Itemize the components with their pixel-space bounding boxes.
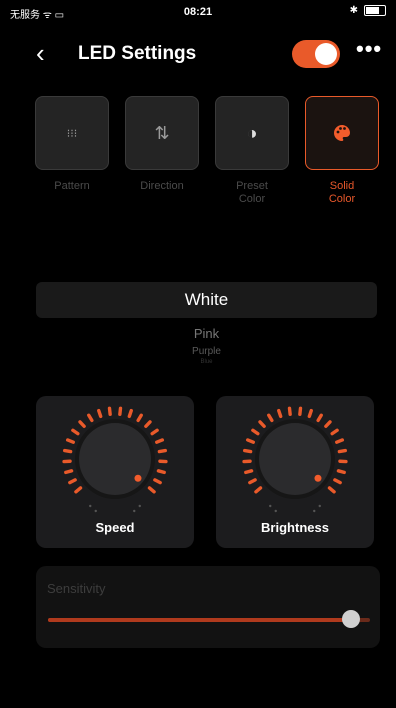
sensitivity-slider-track[interactable] (48, 610, 370, 628)
dial-endpoint-dot (274, 509, 277, 513)
pattern-tile[interactable]: ⁝⁝⁝ (35, 96, 109, 170)
battery-icon (364, 5, 386, 16)
dial-tick (287, 406, 292, 416)
dial-tick (147, 486, 156, 494)
dial-tick (153, 478, 162, 485)
status-bar: 无服务 ᯤ ▭ 08:21 ✱ (0, 0, 396, 26)
dial-endpoint-dot (138, 504, 141, 508)
dial-tick (330, 428, 339, 436)
dial-tick (251, 428, 260, 436)
dial-tick (254, 486, 263, 494)
dial-tick (244, 469, 254, 475)
dial-tick (327, 486, 336, 494)
selected-color[interactable]: White (36, 282, 377, 318)
mode-label-solid-color: Solid Color (328, 180, 356, 205)
dial-tick (68, 478, 77, 485)
dial-tick (316, 413, 323, 423)
dial-knob (79, 423, 151, 495)
status-right: ✱ (350, 5, 386, 16)
dial-tick (87, 413, 94, 423)
dial-tick (258, 420, 266, 428)
bluetooth-icon: ✱ (349, 5, 358, 16)
more-options-icon[interactable]: ••• (356, 36, 382, 62)
sensitivity-slider-thumb[interactable] (341, 610, 360, 628)
dial-tick (136, 413, 143, 423)
dial-tick (150, 428, 159, 436)
dial-tick (65, 438, 75, 444)
dial-tick (156, 469, 166, 475)
dial-endpoint-dot (94, 509, 97, 513)
back-icon[interactable]: ‹ (36, 40, 45, 66)
power-toggle[interactable] (292, 40, 340, 68)
dial-tick (324, 420, 332, 428)
dial-tick (155, 438, 165, 444)
dial-endpoint-dot (269, 504, 272, 508)
dial-tick (118, 406, 123, 416)
dial-tick (97, 408, 103, 419)
sensitivity-panel: Sensitivity (36, 566, 380, 648)
clock: 08:21 (183, 6, 213, 18)
dial-tick (337, 448, 347, 454)
dial-indicator (134, 474, 142, 482)
color-picker[interactable]: White Pink Purple Blue (36, 282, 377, 365)
dial-endpoint-dot (89, 504, 92, 508)
color-option[interactable]: Pink (36, 326, 377, 341)
direction-tile[interactable]: ⇅ (125, 96, 199, 170)
dial-tick (243, 448, 253, 454)
mode-label-direction: Direction (140, 180, 184, 192)
dial-tick (71, 428, 80, 436)
page-title: LED Settings (78, 43, 197, 64)
dial-indicator (314, 474, 322, 482)
mode-label-preset-color: Preset Color (236, 180, 268, 205)
sensitivity-label: Sensitivity (47, 581, 106, 596)
mode-label-pattern: Pattern (54, 180, 90, 192)
mode-selector: ⁝⁝⁝ Pattern ⇅ Direction ◑ Preset Color S… (34, 96, 380, 206)
dial-tick (144, 420, 152, 428)
solid-color-tile[interactable] (305, 96, 379, 170)
dial-tick (277, 408, 283, 419)
dial-tick (74, 486, 83, 494)
dial-knob (259, 423, 331, 495)
dial-tick (64, 469, 74, 475)
mode-pattern[interactable]: ⁝⁝⁝ Pattern (34, 96, 110, 206)
speed-dial[interactable] (58, 402, 172, 516)
dial-tick (63, 448, 73, 454)
mode-preset-color[interactable]: ◑ Preset Color (214, 96, 290, 206)
sensitivity-slider-fill (48, 618, 351, 622)
brightness-dial[interactable] (238, 402, 352, 516)
preset-color-tile[interactable]: ◑ (215, 96, 289, 170)
color-option[interactable]: Blue (36, 359, 377, 365)
grid-dots-icon: ⁝⁝⁝ (66, 127, 78, 140)
mode-direction[interactable]: ⇅ Direction (124, 96, 200, 206)
dial-tick (78, 420, 86, 428)
dial-tick (333, 478, 342, 485)
led-settings-screen: 无服务 ᯤ ▭ 08:21 ✱ ‹ LED Settings ••• ⁝⁝⁝ P… (0, 0, 396, 708)
speed-card: Speed (36, 396, 194, 548)
dial-tick (336, 469, 346, 475)
color-option[interactable]: Purple (36, 346, 377, 357)
dial-tick (245, 438, 255, 444)
dial-tick (298, 406, 303, 416)
toggle-knob (315, 43, 337, 65)
dial-tick (267, 413, 274, 423)
dial-tick (107, 406, 112, 416)
dial-tick (127, 408, 133, 419)
dial-tick (335, 438, 345, 444)
dial-tick (307, 408, 313, 419)
speed-label: Speed (95, 520, 135, 535)
dial-endpoint-dot (133, 509, 136, 513)
brightness-label: Brightness (261, 520, 329, 535)
contrast-icon: ◑ (246, 122, 258, 143)
mode-solid-color[interactable]: Solid Color (304, 96, 380, 206)
dial-endpoint-dot (313, 509, 316, 513)
palette-icon (334, 125, 350, 141)
up-down-arrows-icon: ⇅ (154, 122, 170, 143)
nav-bar: ‹ LED Settings ••• (0, 36, 396, 72)
dial-endpoint-dot (318, 504, 321, 508)
dial-tick (157, 448, 167, 454)
dial-tick (248, 478, 257, 485)
brightness-card: Brightness (216, 396, 374, 548)
